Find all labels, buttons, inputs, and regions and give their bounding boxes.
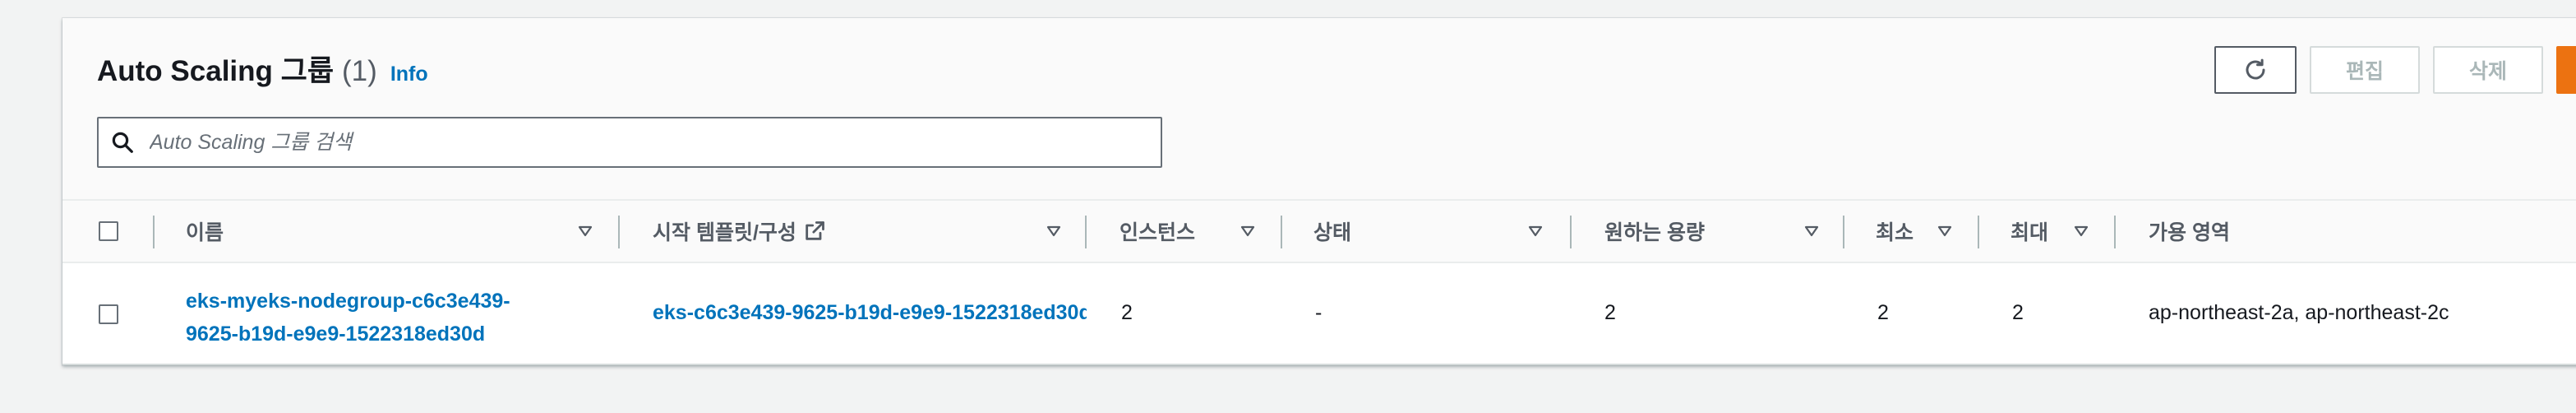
column-divider — [153, 216, 155, 248]
column-header-instances[interactable]: 인스턴스 — [1119, 201, 1195, 262]
search-icon — [112, 132, 133, 153]
asg-name-link[interactable]: eks-myeks-nodegroup-c6c3e439- 9625-b19d-… — [186, 285, 510, 350]
sort-caret-icon[interactable] — [2073, 223, 2089, 239]
select-all-checkbox[interactable] — [99, 221, 118, 241]
column-header-launch-template[interactable]: 시작 템플릿/구성 — [653, 201, 826, 262]
column-header-min[interactable]: 최소 — [1876, 201, 1914, 262]
column-header-availability-zones[interactable]: 가용 영역 — [2149, 201, 2230, 262]
panel-bottom-border — [62, 364, 2576, 365]
max-value: 2 — [2012, 301, 2024, 324]
external-link-icon — [806, 221, 824, 240]
sort-caret-icon[interactable] — [1527, 223, 1544, 239]
desired-capacity-value: 2 — [1604, 301, 1616, 324]
auto-scaling-groups-panel: Auto Scaling 그룹 (1) Info 편집 삭제 이름 — [62, 18, 2576, 365]
status-value: - — [1315, 301, 1323, 324]
column-divider — [2114, 216, 2116, 248]
table-header: 이름 시작 템플릿/구성 인스턴스 상태 원하는 용량 최소 최대 가용 영역 — [62, 199, 2576, 263]
panel-header: Auto Scaling 그룹 (1) Info 편집 삭제 — [62, 18, 2576, 199]
column-divider — [1281, 216, 1282, 248]
search-box[interactable] — [97, 117, 1162, 168]
table-row[interactable]: eks-myeks-nodegroup-c6c3e439- 9625-b19d-… — [62, 263, 2576, 365]
header-title-group: Auto Scaling 그룹 (1) Info — [97, 48, 428, 90]
column-divider — [1843, 216, 1844, 248]
delete-button[interactable]: 삭제 — [2433, 46, 2543, 94]
column-divider — [1978, 216, 1979, 248]
sort-caret-icon[interactable] — [1046, 223, 1062, 239]
search-input[interactable] — [150, 118, 1161, 166]
instances-value: 2 — [1121, 301, 1133, 324]
sort-caret-icon[interactable] — [577, 223, 593, 239]
refresh-icon — [2246, 58, 2265, 80]
column-header-status[interactable]: 상태 — [1313, 201, 1351, 262]
sort-caret-icon[interactable] — [1803, 223, 1820, 239]
info-link[interactable]: Info — [390, 63, 428, 86]
column-header-max[interactable]: 최대 — [2010, 201, 2048, 262]
refresh-button[interactable] — [2214, 46, 2297, 94]
group-count: (1) — [342, 55, 377, 87]
column-divider — [1570, 216, 1572, 248]
column-divider — [1085, 216, 1087, 248]
page-title: Auto Scaling 그룹 — [97, 55, 335, 87]
min-value: 2 — [1877, 301, 1889, 324]
column-header-name[interactable]: 이름 — [186, 201, 224, 262]
column-header-desired-capacity[interactable]: 원하는 용량 — [1604, 201, 1705, 262]
edit-button[interactable]: 편집 — [2310, 46, 2420, 94]
asg-name-line-2: 9625-b19d-e9e9-1522318ed30d — [186, 323, 486, 346]
asg-name-line-1: eks-myeks-nodegroup-c6c3e439- — [186, 290, 510, 313]
create-button[interactable] — [2556, 46, 2576, 94]
sort-caret-icon[interactable] — [1240, 223, 1256, 239]
sort-caret-icon[interactable] — [1937, 223, 1953, 239]
column-divider — [618, 216, 620, 248]
availability-zones-value: ap-northeast-2a, ap-northeast-2c — [2149, 301, 2449, 324]
row-checkbox[interactable] — [99, 304, 118, 324]
launch-template-link[interactable]: eks-c6c3e439-9625-b19d-e9e9-1522318ed30d — [653, 301, 1087, 325]
column-header-launch-template-label: 시작 템플릿/구성 — [653, 221, 796, 244]
